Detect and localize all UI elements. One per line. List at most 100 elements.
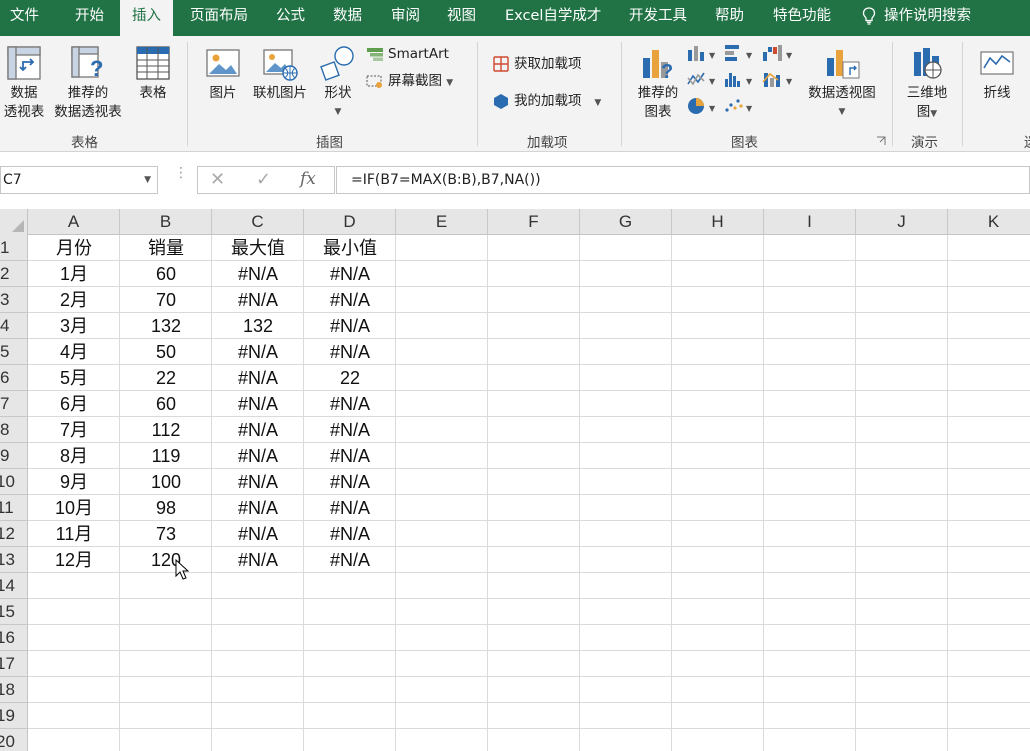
row-header-7[interactable]: 7 (0, 391, 28, 417)
row-header-8[interactable]: 8 (0, 417, 28, 443)
row-header-13[interactable]: 13 (0, 547, 28, 573)
row-header-19[interactable]: 19 (0, 703, 28, 729)
cell-b6[interactable]: 22 (120, 365, 212, 391)
3d-map-button[interactable]: 三维地 图▼ (900, 44, 954, 124)
tab-developer[interactable]: 开发工具 (629, 0, 687, 36)
cell-a5[interactable]: 4月 (28, 339, 120, 365)
cell-b13[interactable]: 120 (120, 547, 212, 573)
scatter-chart-icon[interactable]: ▼ (724, 96, 756, 116)
cell-b5[interactable]: 50 (120, 339, 212, 365)
line-chart-icon[interactable]: ▼ (687, 70, 719, 88)
row-header-1[interactable]: 1 (0, 235, 28, 261)
shapes-button[interactable]: 形状 ▼ (316, 44, 360, 122)
cell-b3[interactable]: 70 (120, 287, 212, 313)
select-all-button[interactable] (0, 209, 28, 235)
cell-b2[interactable]: 60 (120, 261, 212, 287)
cell-d1[interactable]: 最小值 (304, 235, 396, 261)
name-box-dropdown-arrow[interactable]: ▼ (144, 167, 151, 193)
tell-me-search[interactable]: 操作说明搜索 (862, 0, 971, 36)
screenshot-button[interactable]: 屏幕截图 ▼ (366, 71, 453, 93)
table-button[interactable]: 表格 (130, 44, 176, 103)
statistic-chart-icon[interactable]: ▼ (724, 70, 756, 88)
cell-a12[interactable]: 11月 (28, 521, 120, 547)
cell-b8[interactable]: 112 (120, 417, 212, 443)
cell-a11[interactable]: 10月 (28, 495, 120, 521)
column-header-d[interactable]: D (304, 209, 396, 235)
cell-a7[interactable]: 6月 (28, 391, 120, 417)
cell-d3[interactable]: #N/A (304, 287, 396, 313)
tab-special-features[interactable]: 特色功能 (773, 0, 831, 36)
cell-c8[interactable]: #N/A (212, 417, 304, 443)
cell-c11[interactable]: #N/A (212, 495, 304, 521)
cell-c9[interactable]: #N/A (212, 443, 304, 469)
column-header-h[interactable]: H (672, 209, 764, 235)
enter-icon[interactable]: ✓ (256, 169, 271, 190)
tab-review[interactable]: 审阅 (391, 0, 420, 36)
cell-b9[interactable]: 119 (120, 443, 212, 469)
smartart-button[interactable]: SmartArt (366, 44, 449, 64)
column-header-b[interactable]: B (120, 209, 212, 235)
cell-a6[interactable]: 5月 (28, 365, 120, 391)
column-header-j[interactable]: J (856, 209, 948, 235)
tab-page-layout[interactable]: 页面布局 (190, 0, 248, 36)
cancel-icon[interactable]: ✕ (210, 169, 225, 190)
cell-b10[interactable]: 100 (120, 469, 212, 495)
column-header-c[interactable]: C (212, 209, 304, 235)
cell-c1[interactable]: 最大值 (212, 235, 304, 261)
tab-home[interactable]: 开始 (75, 0, 104, 36)
row-header-6[interactable]: 6 (0, 365, 28, 391)
column-header-i[interactable]: I (764, 209, 856, 235)
my-addins-button[interactable]: 我的加载项 ▼ (492, 91, 601, 113)
cell-a10[interactable]: 9月 (28, 469, 120, 495)
cell-c13[interactable]: #N/A (212, 547, 304, 573)
name-box[interactable]: C7 ▼ (0, 166, 158, 194)
pie-chart-icon[interactable]: ▼ (687, 96, 719, 116)
column-header-f[interactable]: F (488, 209, 580, 235)
cell-d10[interactable]: #N/A (304, 469, 396, 495)
cell-b1[interactable]: 销量 (120, 235, 212, 261)
tab-formulas[interactable]: 公式 (276, 0, 305, 36)
insert-function-icon[interactable]: fx (300, 169, 316, 189)
row-header-3[interactable]: 3 (0, 287, 28, 313)
combo-chart-icon[interactable]: ▼ (762, 70, 796, 88)
cell-a1[interactable]: 月份 (28, 235, 120, 261)
waterfall-chart-icon[interactable]: ▼ (762, 44, 796, 62)
sparkline-line-button[interactable]: 折线 (972, 44, 1022, 103)
cell-c6[interactable]: #N/A (212, 365, 304, 391)
tab-file[interactable]: 文件 (10, 0, 39, 36)
cell-d9[interactable]: #N/A (304, 443, 396, 469)
cell-d12[interactable]: #N/A (304, 521, 396, 547)
cell-a4[interactable]: 3月 (28, 313, 120, 339)
bar-chart-icon[interactable]: ▼ (724, 44, 756, 62)
row-header-16[interactable]: 16 (0, 625, 28, 651)
cell-b4[interactable]: 132 (120, 313, 212, 339)
row-header-20[interactable]: 20 (0, 729, 28, 751)
row-header-4[interactable]: 4 (0, 313, 28, 339)
cell-c5[interactable]: #N/A (212, 339, 304, 365)
online-pictures-button[interactable]: 联机图片 (248, 44, 312, 103)
worksheet-grid[interactable]: ABCDEFGHIJK 1234567891011121314151617181… (0, 209, 1030, 751)
formula-bar-resize-handle[interactable]: ⋮ (174, 166, 188, 190)
dialog-launcher-icon[interactable] (876, 136, 886, 146)
cell-d7[interactable]: #N/A (304, 391, 396, 417)
cell-d11[interactable]: #N/A (304, 495, 396, 521)
row-header-18[interactable]: 18 (0, 677, 28, 703)
tab-excel-self-study[interactable]: Excel自学成才 (505, 0, 601, 36)
cell-a3[interactable]: 2月 (28, 287, 120, 313)
cell-d5[interactable]: #N/A (304, 339, 396, 365)
column-header-a[interactable]: A (28, 209, 120, 235)
get-addins-button[interactable]: 获取加载项 (492, 54, 582, 74)
recommended-charts-button[interactable]: ? 推荐的 图表 (632, 44, 684, 122)
pivot-table-button[interactable]: 数据 透视表 (0, 44, 48, 122)
cell-c2[interactable]: #N/A (212, 261, 304, 287)
formula-input[interactable]: =IF(B7=MAX(B:B),B7,NA()) (336, 166, 1030, 194)
cell-c4[interactable]: 132 (212, 313, 304, 339)
cell-area[interactable]: 月份 销量 最大值 最小值 1月 60 #N/A #N/A 2月 70 #N/A #N/A 3月 132 1… (28, 235, 1030, 751)
pictures-button[interactable]: 图片 (200, 44, 246, 103)
cell-d8[interactable]: #N/A (304, 417, 396, 443)
cell-a8[interactable]: 7月 (28, 417, 120, 443)
cell-a9[interactable]: 8月 (28, 443, 120, 469)
column-chart-icon[interactable]: ▼ (687, 44, 719, 62)
column-header-e[interactable]: E (396, 209, 488, 235)
cell-c12[interactable]: #N/A (212, 521, 304, 547)
